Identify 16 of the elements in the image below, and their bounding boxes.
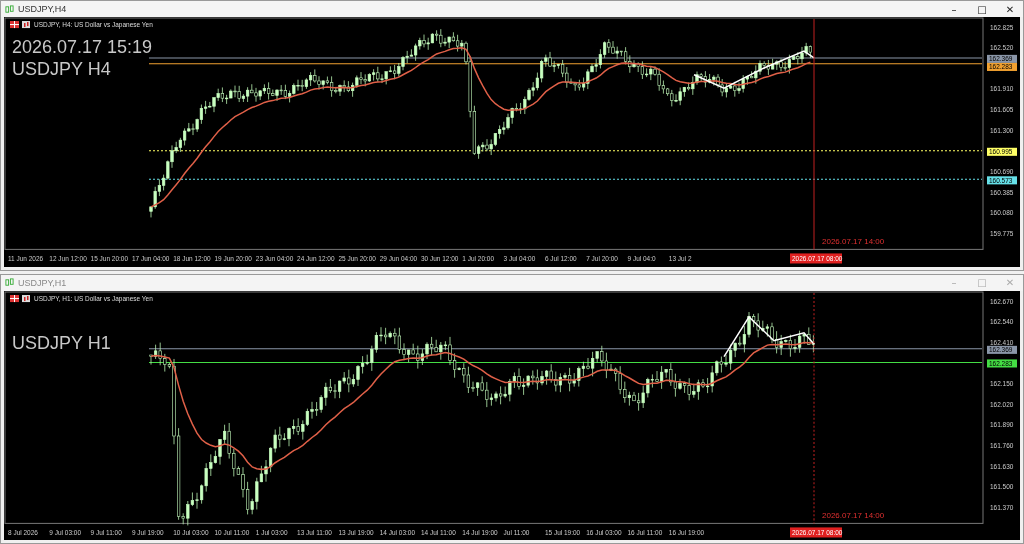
chart-icon	[22, 21, 30, 29]
window-control-button[interactable]: ✕	[1001, 3, 1019, 15]
time-marker-label: 2026.07.17 14:00	[822, 237, 885, 247]
flag-icon	[10, 21, 19, 29]
candles-icon	[5, 4, 14, 14]
window-title: USDJPY,H1	[18, 277, 67, 288]
chart-overlay-text: USDJPY H4	[12, 59, 111, 80]
time-marker-label: 2026.07.17 14:00	[822, 510, 885, 520]
candles-icon	[5, 278, 14, 287]
window-control-button[interactable]: □	[973, 3, 991, 15]
flag-icon	[10, 294, 19, 302]
chart-icon	[22, 294, 30, 302]
chart-overlay-text: 2026.07.17 15:19	[12, 37, 153, 58]
chart-overlay-text: USDJPY H1	[12, 332, 111, 353]
window-control-button[interactable]: –	[945, 3, 963, 15]
window-title: USDJPY,H4	[18, 4, 67, 14]
